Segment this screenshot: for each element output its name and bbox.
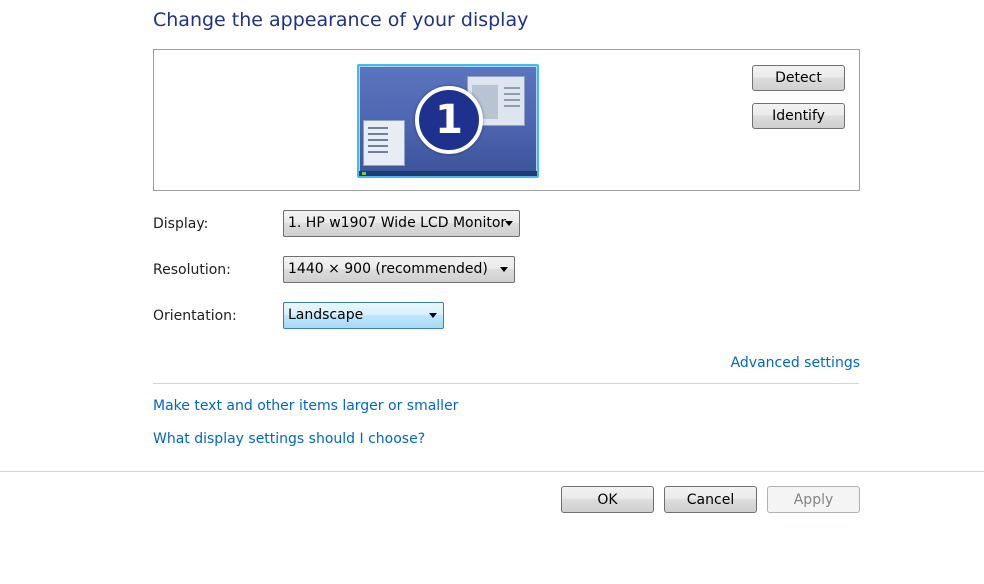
preview-taskbar xyxy=(359,171,537,176)
dropdown-arrow-icon xyxy=(429,313,437,318)
orientation-select[interactable]: Landscape xyxy=(283,302,444,329)
footer-divider xyxy=(0,471,984,472)
orientation-value: Landscape xyxy=(288,307,364,323)
detect-button[interactable]: Detect xyxy=(752,65,845,91)
resolution-select[interactable]: 1440 × 900 (recommended) xyxy=(283,256,515,283)
monitor-preview-area: 1 Detect Identify xyxy=(153,49,860,191)
preview-window-left xyxy=(363,120,405,166)
display-help-link[interactable]: What display settings should I choose? xyxy=(153,431,425,447)
apply-button[interactable]: Apply xyxy=(767,486,860,513)
display-value: 1. HP w1907 Wide LCD Monitor xyxy=(288,215,507,231)
cancel-button[interactable]: Cancel xyxy=(664,486,757,513)
advanced-settings-link[interactable]: Advanced settings xyxy=(731,355,860,371)
page-title: Change the appearance of your display xyxy=(153,9,529,31)
section-divider xyxy=(153,383,859,384)
identify-button[interactable]: Identify xyxy=(752,103,845,129)
monitor-number-badge: 1 xyxy=(415,86,483,154)
display-label: Display: xyxy=(153,216,209,232)
ok-button[interactable]: OK xyxy=(561,486,654,513)
resolution-value: 1440 × 900 (recommended) xyxy=(288,261,488,277)
orientation-label: Orientation: xyxy=(153,308,237,324)
dropdown-arrow-icon xyxy=(500,267,508,272)
resolution-label: Resolution: xyxy=(153,262,231,278)
monitor-preview-icon[interactable]: 1 xyxy=(357,64,539,178)
text-size-link[interactable]: Make text and other items larger or smal… xyxy=(153,398,458,414)
display-select[interactable]: 1. HP w1907 Wide LCD Monitor xyxy=(283,210,520,237)
dropdown-arrow-icon xyxy=(505,221,513,226)
